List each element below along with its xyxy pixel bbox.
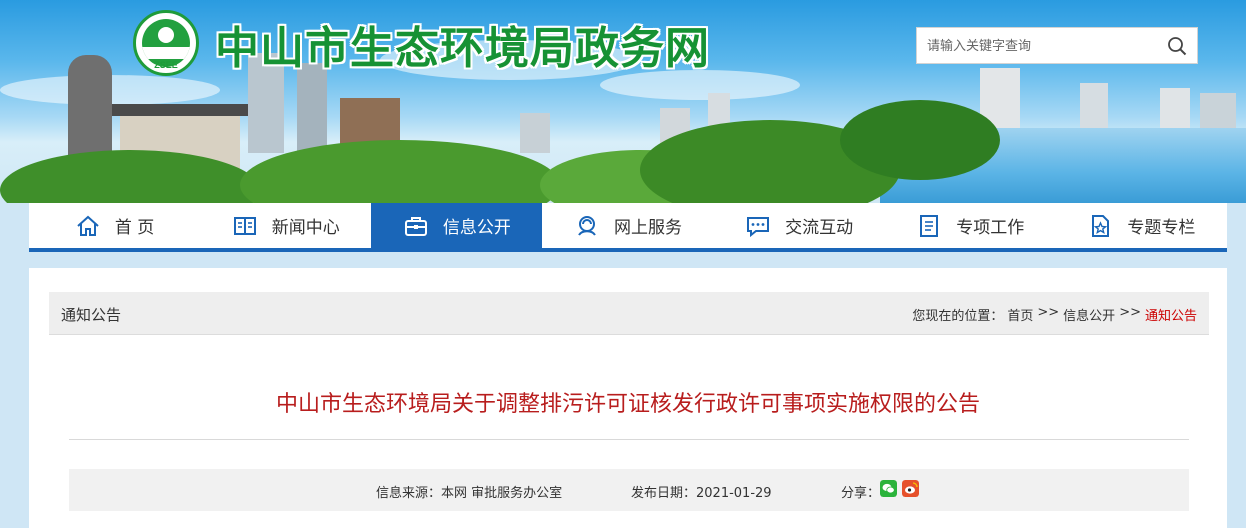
weibo-share-icon[interactable] <box>902 480 919 497</box>
nav-underline <box>29 248 1227 252</box>
header-banner: ZSEE 中山市生态环境局政务网 <box>0 0 1246 203</box>
service-icon <box>578 215 596 236</box>
search-input[interactable] <box>925 28 1159 65</box>
share-label: 分享： <box>841 486 881 501</box>
nav-item-info-disclosure[interactable]: 信息公开 <box>371 203 543 248</box>
book-icon <box>233 216 256 235</box>
nav-item-interaction[interactable]: 交流互动 <box>714 203 885 248</box>
breadcrumb-prefix: 您现在的位置： <box>912 309 1004 324</box>
site-logo[interactable]: ZSEE <box>133 10 199 76</box>
nav-item-news[interactable]: 新闻中心 <box>200 203 371 248</box>
breadcrumb-home-link[interactable]: 首页 <box>1007 305 1033 324</box>
nav-item-home[interactable]: 首 页 <box>29 203 200 248</box>
briefcase-icon <box>404 216 427 236</box>
site-title[interactable]: 中山市生态环境局政务网 <box>215 12 710 76</box>
divider <box>69 439 1189 440</box>
nav-label: 专题专栏 <box>1127 218 1196 238</box>
main-nav: 首 页 新闻中心 信息公开 网上服务 交流互动 专项工作 专题专栏 <box>29 203 1227 248</box>
chat-icon <box>747 216 770 237</box>
building <box>520 113 550 153</box>
breadcrumb-separator: >> <box>1119 305 1141 320</box>
nav-label: 交流互动 <box>785 218 854 238</box>
breadcrumb-info-link[interactable]: 信息公开 <box>1063 305 1115 324</box>
nav-label: 首 页 <box>114 218 155 238</box>
nav-item-special-column[interactable]: 专题专栏 <box>1056 203 1227 248</box>
search-box <box>916 27 1198 65</box>
article-meta: 信息来源：本网 审批服务办公室 发布日期：2021-01-29 分享： <box>69 469 1189 511</box>
trees <box>240 140 560 203</box>
nav-label: 专项工作 <box>956 218 1025 238</box>
breadcrumb-separator: >> <box>1037 305 1060 320</box>
nav-label: 新闻中心 <box>271 218 340 238</box>
nav-item-online-service[interactable]: 网上服务 <box>542 203 713 248</box>
search-icon[interactable] <box>1167 36 1187 56</box>
source-label: 信息来源：本网 审批服务办公室 <box>376 486 563 501</box>
home-icon <box>77 215 99 236</box>
section-title: 通知公告 <box>61 306 122 324</box>
nav-item-special-work[interactable]: 专项工作 <box>885 203 1056 248</box>
gate-roof <box>112 104 248 116</box>
content-panel: 通知公告 您现在的位置： 首页 >> 信息公开 >> 通知公告 中山市生态环境局… <box>29 268 1227 528</box>
breadcrumb-current-link[interactable]: 通知公告 <box>1145 305 1197 324</box>
building <box>297 63 327 153</box>
trees <box>840 100 1000 180</box>
date-label: 发布日期：2021-01-29 <box>631 486 772 501</box>
breadcrumb: 您现在的位置： 首页 >> 信息公开 >> 通知公告 <box>912 305 1197 324</box>
document-icon <box>920 214 939 237</box>
logo-sun-shape <box>158 27 174 43</box>
nav-label: 信息公开 <box>442 218 511 238</box>
star-doc-icon <box>1092 214 1110 237</box>
logo-ground-shape <box>142 47 190 59</box>
wechat-share-icon[interactable] <box>880 480 897 497</box>
article-title: 中山市生态环境局关于调整排污许可证核发行政许可事项实施权限的公告 <box>275 392 980 417</box>
logo-text: ZSEE <box>154 60 178 70</box>
breadcrumb-bar: 通知公告 您现在的位置： 首页 >> 信息公开 >> 通知公告 <box>49 292 1209 335</box>
nav-label: 网上服务 <box>613 218 682 238</box>
